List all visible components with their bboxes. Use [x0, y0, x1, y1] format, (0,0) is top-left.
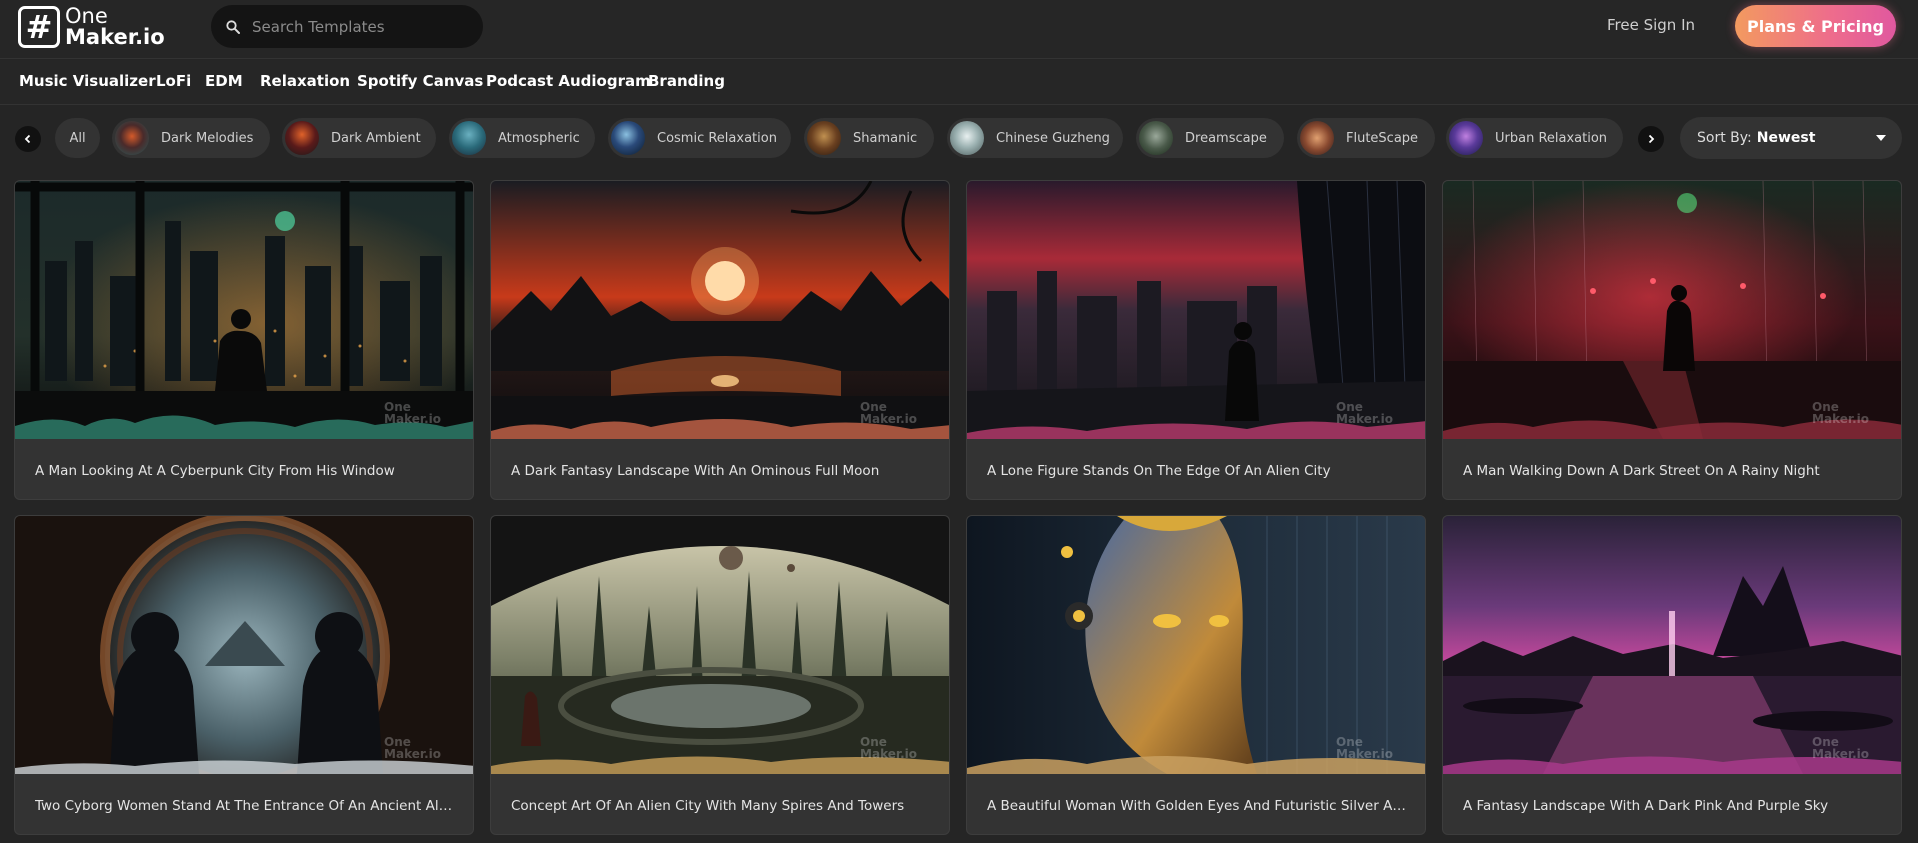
chip-flutescape[interactable]: FluteScape: [1297, 118, 1435, 158]
chip-thumbnail: [950, 121, 984, 155]
sort-value: Newest: [1756, 130, 1816, 146]
chip-thumbnail: [1139, 121, 1173, 155]
chip-atmospheric[interactable]: Atmospheric: [449, 118, 595, 158]
chip-dark-ambient[interactable]: Dark Ambient: [282, 118, 436, 158]
chip-label: FluteScape: [1346, 130, 1419, 146]
template-card[interactable]: One Maker.io A Dark Fantasy Landscape Wit…: [490, 180, 950, 500]
chip-label: Urban Relaxation: [1495, 130, 1608, 146]
chip-all-label: All: [69, 130, 86, 146]
chip-label: Shamanic: [853, 130, 918, 146]
chip-thumbnail: [611, 121, 645, 155]
sort-prefix: Sort By:: [1697, 130, 1752, 146]
chip-label: Cosmic Relaxation: [657, 130, 777, 146]
watermark: One Maker.io: [860, 736, 917, 760]
card-title: A Dark Fantasy Landscape With An Ominous…: [511, 463, 880, 479]
nav-music-visualizer[interactable]: Music Visualizer: [19, 72, 156, 90]
watermark-line2: Maker.io: [1812, 747, 1869, 761]
card-thumbnail: One Maker.io: [15, 516, 473, 774]
hash-logo-icon: #: [18, 6, 60, 48]
chip-chinese-guzheng[interactable]: Chinese Guzheng: [947, 118, 1123, 158]
chip-label: Dark Ambient: [331, 130, 421, 146]
chip-dark-melodies[interactable]: Dark Melodies: [112, 118, 270, 158]
card-thumbnail: One Maker.io: [491, 516, 949, 774]
card-thumbnail: One Maker.io: [967, 516, 1425, 774]
card-thumbnail: One Maker.io: [1443, 516, 1901, 774]
search-bar[interactable]: [211, 5, 483, 48]
chevron-left-icon: [24, 134, 31, 144]
watermark: One Maker.io: [384, 736, 441, 760]
card-title: Two Cyborg Women Stand At The Entrance O…: [35, 798, 455, 814]
template-card[interactable]: One Maker.io A Fantasy Landscape With A D…: [1442, 515, 1902, 835]
template-card[interactable]: One Maker.io Two Cyborg Women Stand At Th…: [14, 515, 474, 835]
top-bar: # One Maker.io Free Sign In Plans & Pric…: [0, 0, 1918, 59]
sort-dropdown[interactable]: Sort By: Newest: [1680, 117, 1902, 159]
logo-line1: One: [65, 4, 108, 28]
chip-label: Chinese Guzheng: [996, 130, 1110, 146]
chip-label: Atmospheric: [498, 130, 580, 146]
chip-thumbnail: [1300, 121, 1334, 155]
filter-chip-bar: All Dark Melodies Dark Ambient Atmospher…: [0, 106, 1918, 170]
nav-edm[interactable]: EDM: [205, 72, 243, 90]
card-title: A Lone Figure Stands On The Edge Of An A…: [987, 463, 1331, 479]
nav-relaxation[interactable]: Relaxation: [260, 72, 350, 90]
caret-down-icon: [1876, 135, 1886, 141]
watermark: One Maker.io: [1812, 401, 1869, 425]
logo-text: One Maker.io: [65, 6, 165, 48]
nav-lofi[interactable]: LoFi: [156, 72, 191, 90]
card-thumbnail: One Maker.io: [491, 181, 949, 439]
watermark-line2: Maker.io: [860, 747, 917, 761]
chip-all[interactable]: All: [55, 118, 100, 158]
nav-spotify-canvas[interactable]: Spotify Canvas: [357, 72, 483, 90]
chevron-right-icon: [1648, 134, 1655, 144]
card-thumbnail: One Maker.io: [1443, 181, 1901, 439]
chips-scroll-right-button[interactable]: [1638, 126, 1664, 152]
nav-branding[interactable]: Branding: [648, 72, 725, 90]
card-thumbnail: One Maker.io: [967, 181, 1425, 439]
template-card[interactable]: One Maker.io Concept Art Of An Alien City…: [490, 515, 950, 835]
card-title: A Beautiful Woman With Golden Eyes And F…: [987, 798, 1407, 814]
card-title: Concept Art Of An Alien City With Many S…: [511, 798, 905, 814]
logo-line2: Maker.io: [65, 25, 165, 49]
chip-label: Dark Melodies: [161, 130, 254, 146]
chip-thumbnail: [285, 121, 319, 155]
plans-pricing-button[interactable]: Plans & Pricing: [1735, 5, 1896, 47]
template-card[interactable]: One Maker.io A Man Looking At A Cyberpunk…: [14, 180, 474, 500]
free-sign-in-link[interactable]: Free Sign In: [1607, 16, 1695, 34]
search-icon: [226, 19, 240, 34]
template-card[interactable]: One Maker.io A Man Walking Down A Dark St…: [1442, 180, 1902, 500]
chips-scroll-left-button[interactable]: [15, 126, 41, 152]
template-card[interactable]: One Maker.io A Beautiful Woman With Golde…: [966, 515, 1426, 835]
watermark-line2: Maker.io: [1812, 412, 1869, 426]
watermark: One Maker.io: [384, 401, 441, 425]
watermark-line2: Maker.io: [1336, 412, 1393, 426]
chip-thumbnail: [1449, 121, 1483, 155]
logo[interactable]: # One Maker.io: [18, 5, 165, 49]
search-input[interactable]: [252, 17, 472, 36]
watermark: One Maker.io: [1812, 736, 1869, 760]
watermark-line2: Maker.io: [860, 412, 917, 426]
chip-shamanic[interactable]: Shamanic: [804, 118, 934, 158]
nav-podcast-audiogram[interactable]: Podcast Audiogram: [486, 72, 651, 90]
chip-label: Dreamscape: [1185, 130, 1267, 146]
watermark: One Maker.io: [1336, 736, 1393, 760]
chip-urban-relaxation[interactable]: Urban Relaxation: [1446, 118, 1623, 158]
template-card[interactable]: One Maker.io A Lone Figure Stands On The …: [966, 180, 1426, 500]
watermark-line2: Maker.io: [384, 412, 441, 426]
chip-thumbnail: [807, 121, 841, 155]
watermark: One Maker.io: [1336, 401, 1393, 425]
watermark: One Maker.io: [860, 401, 917, 425]
card-title: A Man Looking At A Cyberpunk City From H…: [35, 463, 395, 479]
category-nav: Music Visualizer LoFi EDM Relaxation Spo…: [0, 60, 1918, 105]
chip-cosmic-relaxation[interactable]: Cosmic Relaxation: [608, 118, 791, 158]
card-thumbnail: One Maker.io: [15, 181, 473, 439]
card-title: A Man Walking Down A Dark Street On A Ra…: [1463, 463, 1820, 479]
watermark-line2: Maker.io: [1336, 747, 1393, 761]
chip-dreamscape[interactable]: Dreamscape: [1136, 118, 1284, 158]
watermark-line2: Maker.io: [384, 747, 441, 761]
card-title: A Fantasy Landscape With A Dark Pink And…: [1463, 798, 1829, 814]
chip-thumbnail: [452, 121, 486, 155]
chip-thumbnail: [115, 121, 149, 155]
